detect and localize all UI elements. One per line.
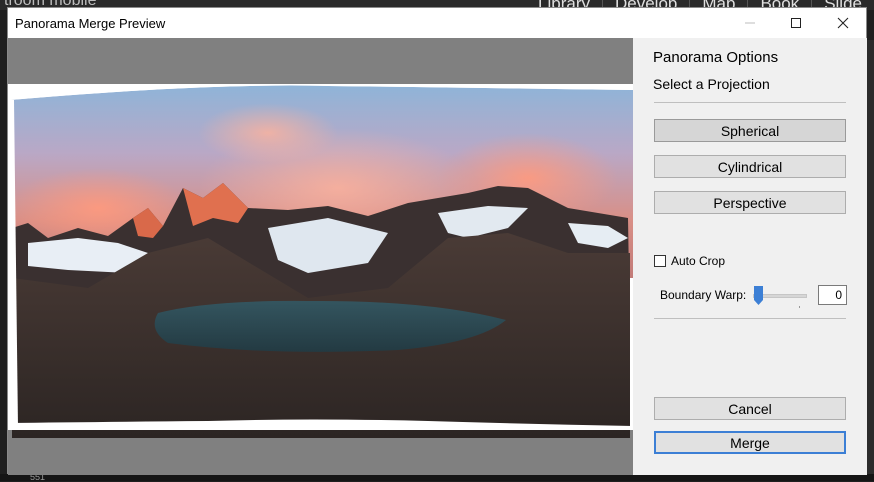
minimize-icon — [745, 22, 755, 24]
spherical-button[interactable]: Spherical — [654, 119, 846, 142]
background-right-panel — [866, 40, 874, 481]
select-projection-heading: Select a Projection — [653, 76, 770, 92]
cancel-button[interactable]: Cancel — [654, 397, 846, 420]
merge-button[interactable]: Merge — [654, 431, 846, 454]
maximize-icon — [791, 18, 801, 28]
auto-crop-checkbox[interactable] — [654, 255, 666, 267]
boundary-warp-label: Boundary Warp: — [660, 288, 747, 302]
dialog-title: Panorama Merge Preview — [15, 16, 166, 31]
maximize-button[interactable] — [773, 8, 819, 38]
panorama-merge-dialog: Panorama Merge Preview Panorama Options … — [7, 7, 867, 475]
auto-crop-label: Auto Crop — [671, 254, 726, 268]
divider — [654, 102, 846, 103]
auto-crop-row[interactable]: Auto Crop — [654, 254, 725, 268]
minimize-button[interactable] — [727, 8, 773, 38]
divider — [654, 318, 846, 319]
boundary-warp-slider-thumb[interactable] — [754, 286, 763, 305]
panorama-options-panel: Panorama Options Select a Projection Sph… — [633, 38, 867, 475]
title-bar: Panorama Merge Preview — [8, 8, 866, 38]
close-icon — [837, 17, 849, 29]
cylindrical-button[interactable]: Cylindrical — [654, 155, 846, 178]
filmstrip: 551 — [0, 472, 874, 482]
panorama-image — [8, 84, 633, 438]
close-button[interactable] — [820, 8, 866, 38]
perspective-button[interactable]: Perspective — [654, 191, 846, 214]
panorama-preview — [8, 38, 633, 475]
panorama-options-heading: Panorama Options — [653, 49, 779, 66]
boundary-warp-value-input[interactable]: 0 — [818, 285, 847, 305]
slider-tick — [799, 306, 800, 308]
